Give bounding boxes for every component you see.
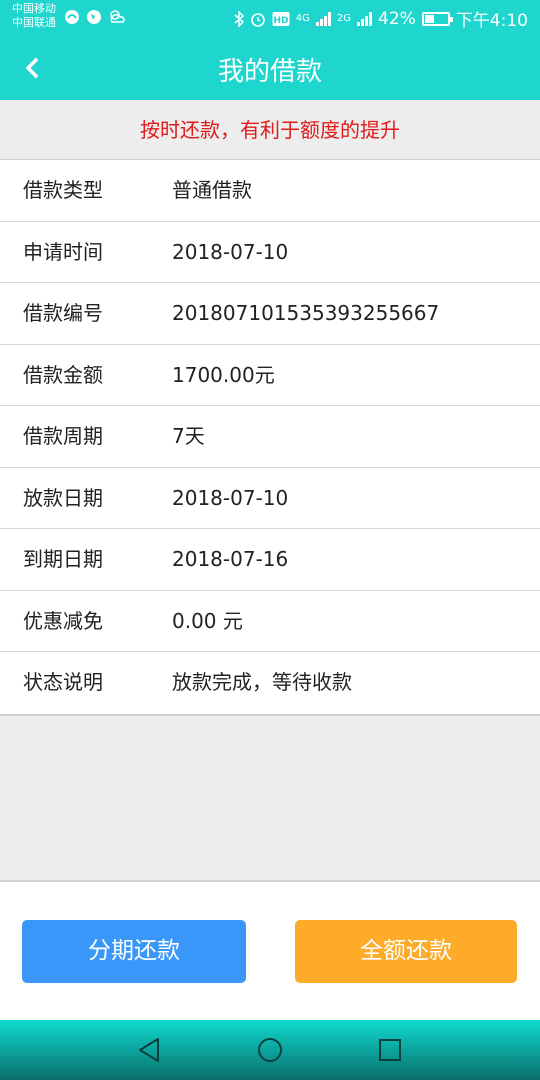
- app-header: 我的借款: [0, 36, 540, 100]
- signal-2g-icon: [357, 11, 373, 26]
- weather-icon: [110, 10, 125, 23]
- back-triangle-icon[interactable]: [136, 1037, 164, 1063]
- detail-value: 1700.00元: [172, 362, 275, 387]
- network-2g-label: 2G: [336, 13, 352, 24]
- detail-label: 状态说明: [23, 670, 103, 694]
- clock: 下午4:10: [455, 11, 528, 31]
- recents-square-icon[interactable]: [376, 1037, 404, 1063]
- notification-app-icon: [65, 10, 79, 24]
- globe-icon: [87, 10, 101, 24]
- detail-row-status: 状态说明 放款完成，等待收款: [0, 652, 540, 714]
- carrier-2: 中国联通: [12, 16, 56, 29]
- detail-label: 借款编号: [23, 301, 103, 325]
- carrier-1: 中国移动: [12, 2, 56, 15]
- detail-label: 放款日期: [23, 485, 103, 510]
- alarm-icon: [250, 12, 265, 27]
- detail-label: 申请时间: [23, 239, 103, 264]
- repayment-notice: 按时还款，有利于额度的提升: [0, 100, 540, 160]
- detail-row-disbursement-date: 放款日期 2018-07-10: [0, 468, 540, 529]
- detail-label: 借款周期: [23, 424, 103, 448]
- detail-row-loan-number: 借款编号 201807101535393255667: [0, 283, 540, 345]
- battery-percent: 42%: [378, 8, 416, 29]
- detail-value: 普通借款: [172, 178, 252, 202]
- signal-4g-icon: [315, 11, 331, 26]
- detail-row-discount: 优惠减免 0.00 元: [0, 591, 540, 652]
- detail-row-apply-time: 申请时间 2018-07-10: [0, 222, 540, 283]
- home-circle-icon[interactable]: [256, 1037, 284, 1063]
- hd-icon: HD: [272, 11, 290, 26]
- status-icons: HD 4G 2G 42% 下午4:10: [234, 6, 528, 31]
- detail-value: 2018-07-10: [172, 239, 289, 264]
- status-bar: 中国移动 中国联通 HD 4G 2G 42% 下午4:10: [0, 0, 540, 36]
- detail-value: 0.00 元: [172, 608, 243, 633]
- detail-label: 优惠减免: [23, 608, 103, 633]
- svg-text:HD: HD: [273, 16, 288, 26]
- carrier-info: 中国移动 中国联通: [12, 2, 56, 30]
- detail-row-loan-amount: 借款金额 1700.00元: [0, 345, 540, 406]
- detail-row-due-date: 到期日期 2018-07-16: [0, 529, 540, 591]
- detail-label: 到期日期: [23, 547, 103, 571]
- detail-row-loan-type: 借款类型 普通借款: [0, 160, 540, 222]
- detail-value: 放款完成，等待收款: [172, 670, 352, 694]
- detail-row-loan-period: 借款周期 7天: [0, 406, 540, 468]
- detail-value: 7天: [172, 424, 205, 448]
- page-title: 我的借款: [217, 57, 322, 87]
- detail-value: 2018-07-16: [172, 547, 289, 571]
- action-footer: 分期还款 全额还款: [0, 880, 540, 1020]
- detail-value: 2018-07-10: [172, 485, 289, 510]
- full-repay-button[interactable]: 全额还款: [295, 920, 517, 983]
- detail-value: 201807101535393255667: [172, 301, 440, 325]
- bluetooth-icon: [234, 10, 244, 27]
- battery-icon: [421, 11, 453, 26]
- loan-details-list: 借款类型 普通借款 申请时间 2018-07-10 借款编号 201807101…: [0, 160, 540, 716]
- notification-icons: [64, 9, 126, 25]
- detail-label: 借款金额: [23, 362, 103, 387]
- detail-label: 借款类型: [23, 178, 103, 202]
- system-nav-bar: [0, 1020, 540, 1080]
- network-4g-label: 4G: [295, 13, 310, 24]
- battery-level: [424, 14, 434, 23]
- installment-repay-button[interactable]: 分期还款: [22, 920, 246, 983]
